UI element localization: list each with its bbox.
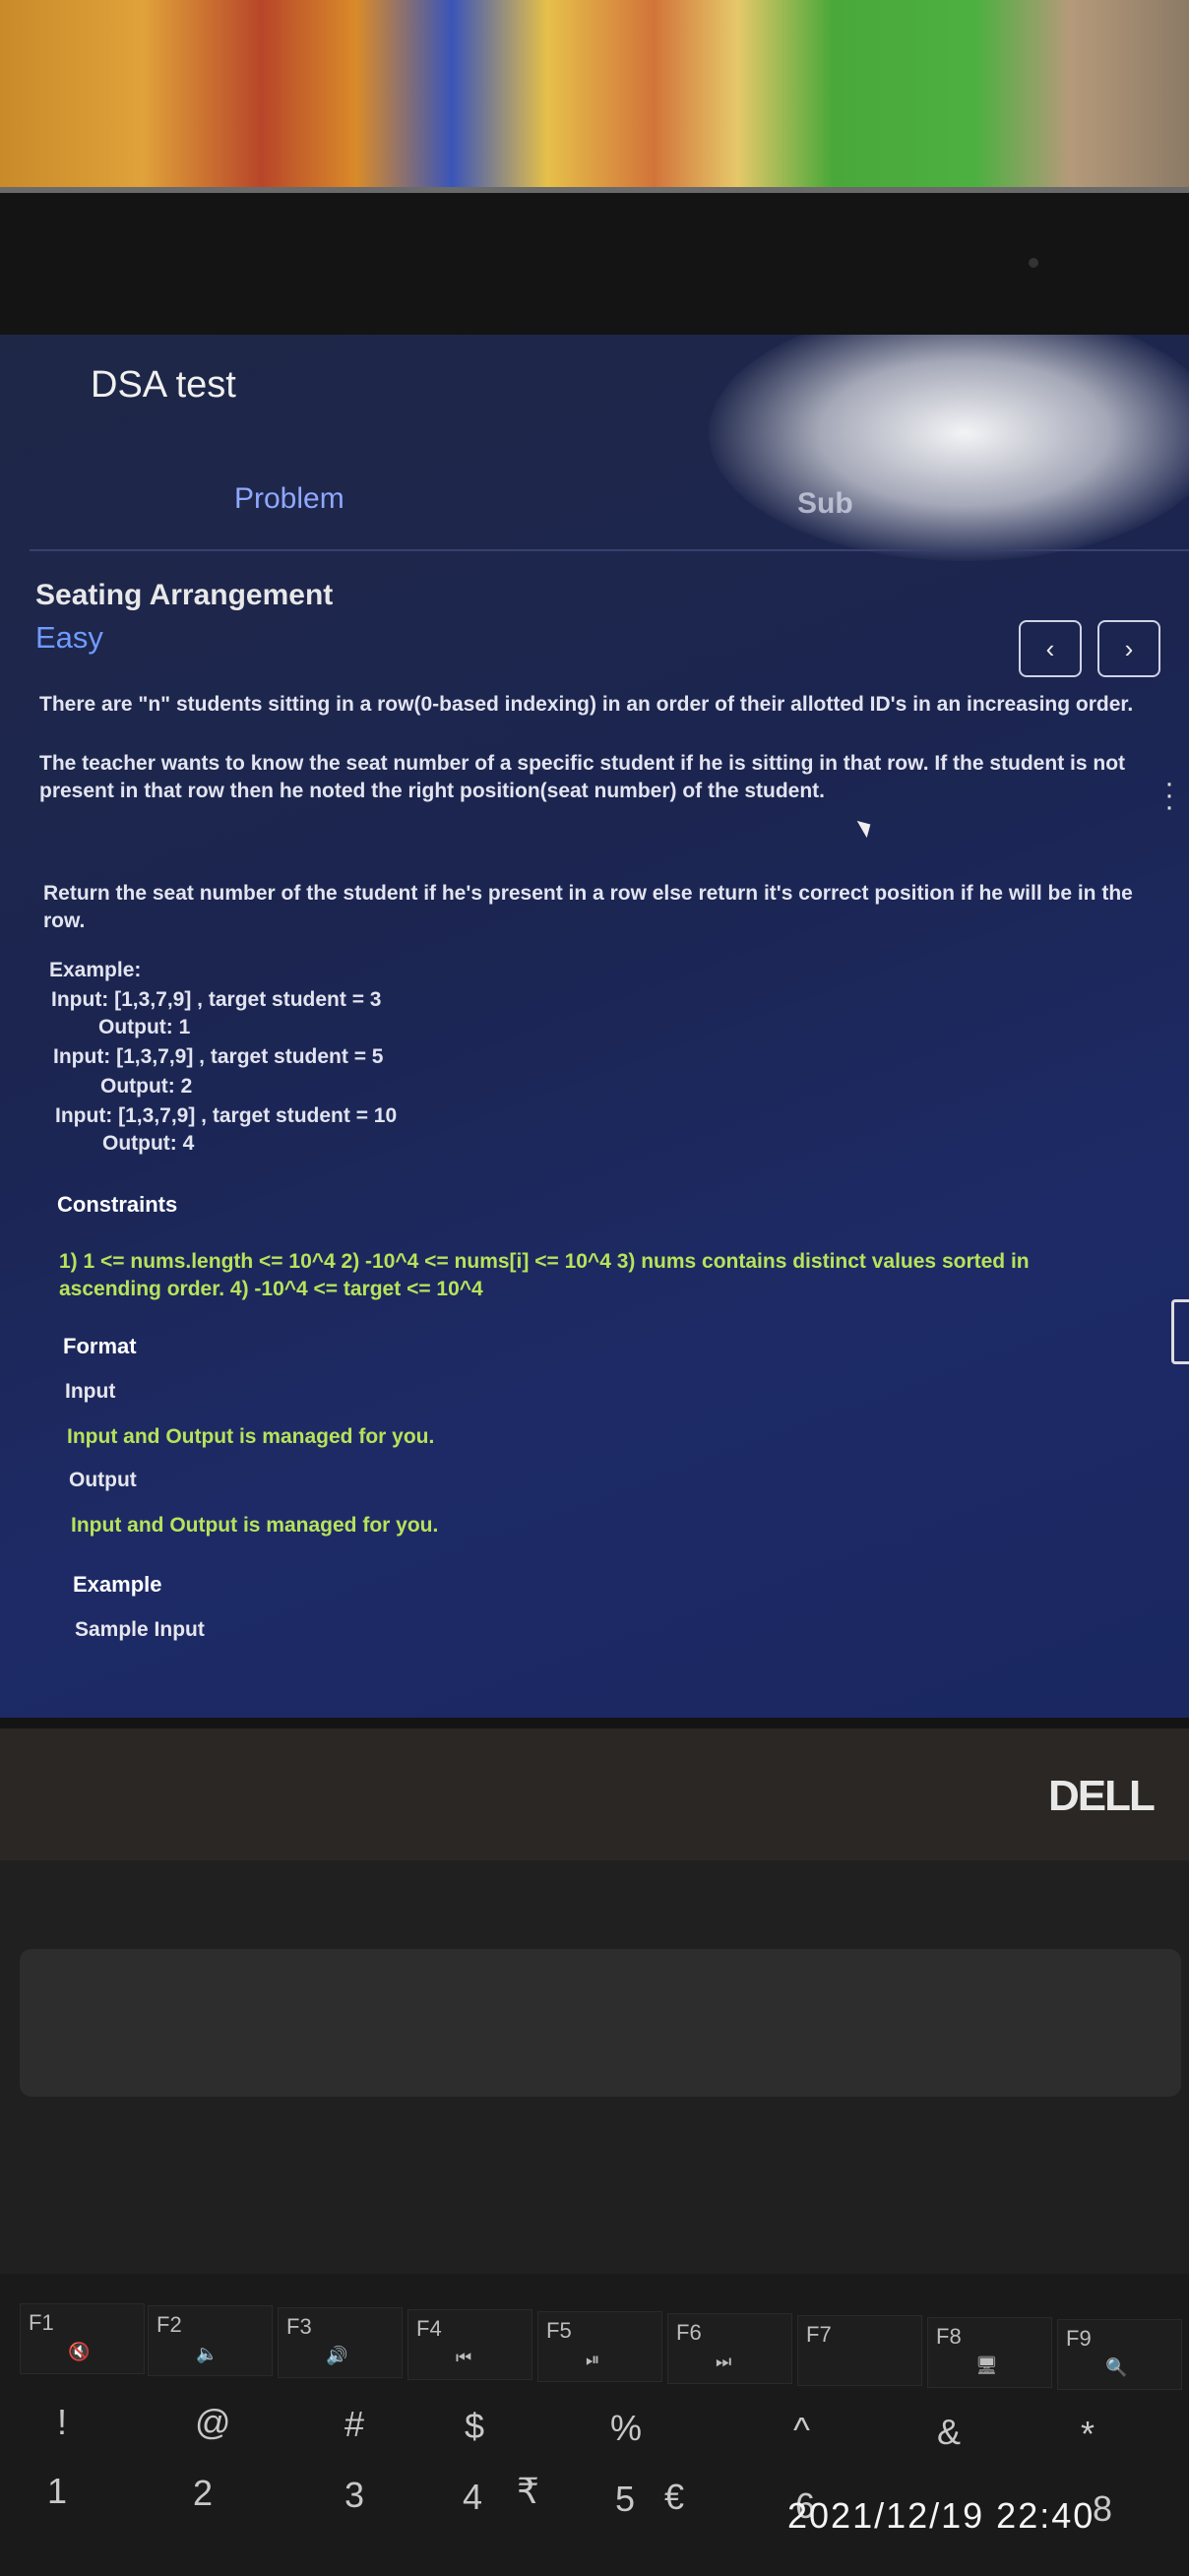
- key-hash[interactable]: #: [344, 2404, 364, 2445]
- sample-example-heading: Example: [73, 1572, 162, 1597]
- volume-up-icon: 🔊: [326, 2346, 348, 2365]
- example-1-input: Input: [1,3,7,9] , target student = 3: [51, 988, 382, 1011]
- key-3[interactable]: 3: [344, 2475, 364, 2516]
- key-f9[interactable]: F9 🔍: [1057, 2319, 1182, 2390]
- key-f5[interactable]: F5 ⏯: [537, 2311, 662, 2382]
- screen: DSA test Problem Sub Seating Arrangement…: [0, 335, 1189, 1718]
- previous-track-icon: ⏮: [456, 2348, 472, 2367]
- key-f3[interactable]: F3 🔊: [278, 2307, 403, 2378]
- next-question-button[interactable]: ›: [1097, 620, 1160, 677]
- key-f8[interactable]: F8 🖥: [927, 2317, 1052, 2388]
- example-heading: Example:: [49, 959, 142, 981]
- key-f8-label: F8: [936, 2324, 962, 2349]
- example-2-output: Output: 2: [100, 1075, 193, 1098]
- output-label: Output: [69, 1469, 137, 1491]
- description-paragraph-3: Return the seat number of the student if…: [43, 882, 1133, 932]
- side-panel-toggle[interactable]: [1171, 1299, 1189, 1364]
- input-description: Input and Output is managed for you.: [67, 1425, 435, 1448]
- difficulty-label: Easy: [35, 620, 103, 655]
- webcam: [1029, 258, 1038, 268]
- example-3-output: Output: 4: [102, 1132, 195, 1155]
- tab-divider: [30, 549, 1189, 551]
- key-5[interactable]: 5: [615, 2479, 635, 2520]
- volume-down-icon: 🔈: [196, 2344, 219, 2363]
- display-switch-icon: 🖥: [975, 2356, 998, 2375]
- example-1-output: Output: 1: [98, 1016, 191, 1038]
- more-options-icon[interactable]: · · ·: [1164, 769, 1174, 822]
- key-f3-label: F3: [286, 2314, 312, 2339]
- key-f6[interactable]: F6 ⏭: [667, 2313, 792, 2384]
- key-at[interactable]: @: [195, 2402, 231, 2443]
- key-f1[interactable]: F1 🔇: [20, 2303, 145, 2374]
- tab-submission[interactable]: Sub: [797, 487, 853, 521]
- sample-input-label: Sample Input: [75, 1618, 205, 1641]
- output-description: Input and Output is managed for you.: [71, 1514, 439, 1537]
- euro-symbol: €: [664, 2477, 685, 2517]
- prev-question-button[interactable]: ‹: [1019, 620, 1082, 677]
- next-track-icon: ⏭: [716, 2352, 732, 2371]
- key-asterisk[interactable]: *: [1081, 2414, 1095, 2455]
- question-title: Seating Arrangement: [35, 579, 334, 611]
- description-paragraph-1: There are "n" students sitting in a row(…: [39, 693, 1134, 716]
- key-dollar[interactable]: $: [465, 2406, 484, 2447]
- example-2-input: Input: [1,3,7,9] , target student = 5: [53, 1045, 384, 1068]
- chevron-right-icon: ›: [1124, 633, 1134, 663]
- key-1[interactable]: 1: [47, 2471, 67, 2512]
- key-f4-label: F4: [416, 2316, 442, 2341]
- key-8[interactable]: 8: [1093, 2488, 1112, 2530]
- mute-icon: 🔇: [68, 2342, 91, 2361]
- key-4[interactable]: 4: [463, 2477, 482, 2518]
- key-f4[interactable]: F4 ⏮: [407, 2309, 532, 2380]
- key-percent[interactable]: %: [610, 2408, 642, 2449]
- constraints-text: 1) 1 <= nums.length <= 10^4 2) -10^4 <= …: [59, 1250, 1030, 1300]
- constraints-heading: Constraints: [57, 1192, 178, 1217]
- key-f9-label: F9: [1066, 2326, 1092, 2351]
- key-f7-label: F7: [806, 2322, 832, 2347]
- key-f1-label: F1: [29, 2310, 54, 2335]
- background-fabric: [0, 0, 1189, 197]
- dell-logo: DELL: [1048, 1772, 1156, 1820]
- format-heading: Format: [63, 1334, 137, 1358]
- key-f2-label: F2: [156, 2312, 182, 2337]
- chevron-left-icon: ‹: [1045, 633, 1055, 663]
- key-f5-label: F5: [546, 2318, 572, 2343]
- laptop-hinge-bar: [20, 1949, 1181, 2097]
- screen-glare: [709, 335, 1189, 561]
- search-icon: 🔍: [1105, 2357, 1128, 2377]
- play-pause-icon: ⏯: [586, 2350, 600, 2369]
- example-3-input: Input: [1,3,7,9] , target student = 10: [55, 1104, 398, 1127]
- app-title: DSA test: [91, 364, 236, 406]
- rupee-symbol: ₹: [517, 2471, 539, 2511]
- photo-timestamp: 2021/12/19 22:40: [787, 2495, 1095, 2536]
- input-label: Input: [65, 1380, 116, 1403]
- key-f2[interactable]: F2 🔈: [148, 2305, 273, 2376]
- key-2[interactable]: 2: [193, 2473, 213, 2514]
- key-f7[interactable]: F7: [797, 2315, 922, 2386]
- key-caret[interactable]: ^: [793, 2410, 810, 2451]
- key-exclamation[interactable]: !: [57, 2402, 67, 2443]
- tab-problem[interactable]: Problem: [234, 482, 344, 516]
- description-paragraph-2: The teacher wants to know the seat numbe…: [39, 752, 1126, 802]
- key-ampersand[interactable]: &: [937, 2412, 961, 2453]
- key-f6-label: F6: [676, 2320, 702, 2345]
